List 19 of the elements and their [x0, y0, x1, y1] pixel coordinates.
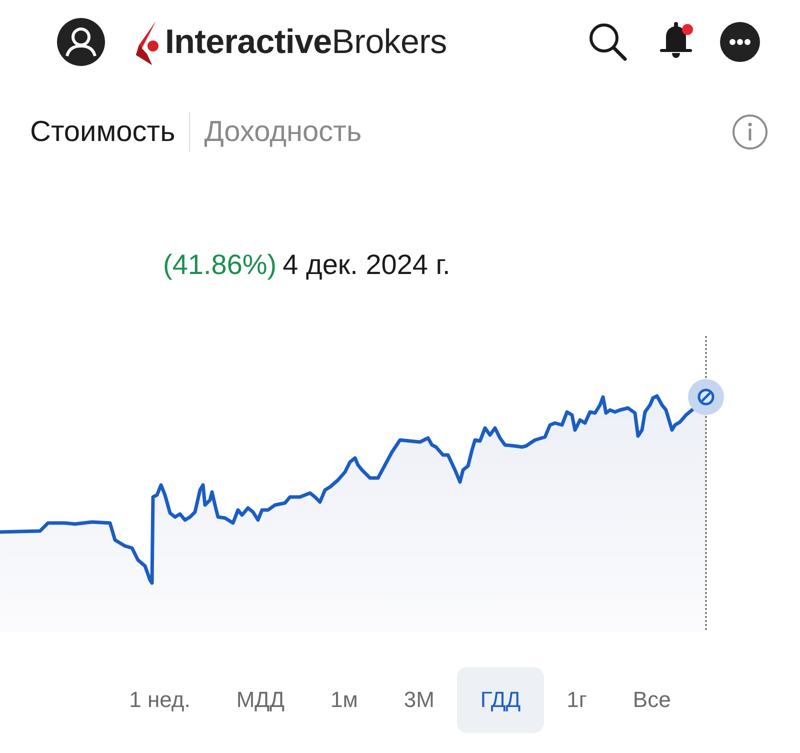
- date-label: 4 дек. 2024 г.: [282, 249, 450, 280]
- range-button[interactable]: Все: [610, 667, 694, 733]
- change-percent: (41.86%): [163, 249, 277, 280]
- logo-icon: [134, 21, 160, 65]
- more-icon[interactable]: [720, 22, 760, 62]
- range-button[interactable]: МДД: [213, 667, 308, 733]
- cursor-marker-icon[interactable]: [688, 379, 724, 415]
- info-icon[interactable]: [732, 114, 768, 150]
- range-button[interactable]: 3М: [380, 667, 458, 733]
- range-button[interactable]: 1 нед.: [106, 667, 214, 733]
- range-button[interactable]: 1м: [307, 667, 381, 733]
- range-button[interactable]: 1г: [544, 667, 610, 733]
- bell-icon[interactable]: [658, 21, 694, 59]
- tab[interactable]: Стоимость: [30, 116, 176, 148]
- avatar-icon[interactable]: [57, 18, 105, 66]
- range-button[interactable]: ГДД: [457, 667, 544, 733]
- search-icon[interactable]: [588, 22, 628, 62]
- tab[interactable]: Доходность: [204, 116, 362, 148]
- logo-text: InteractiveBrokers: [165, 22, 447, 62]
